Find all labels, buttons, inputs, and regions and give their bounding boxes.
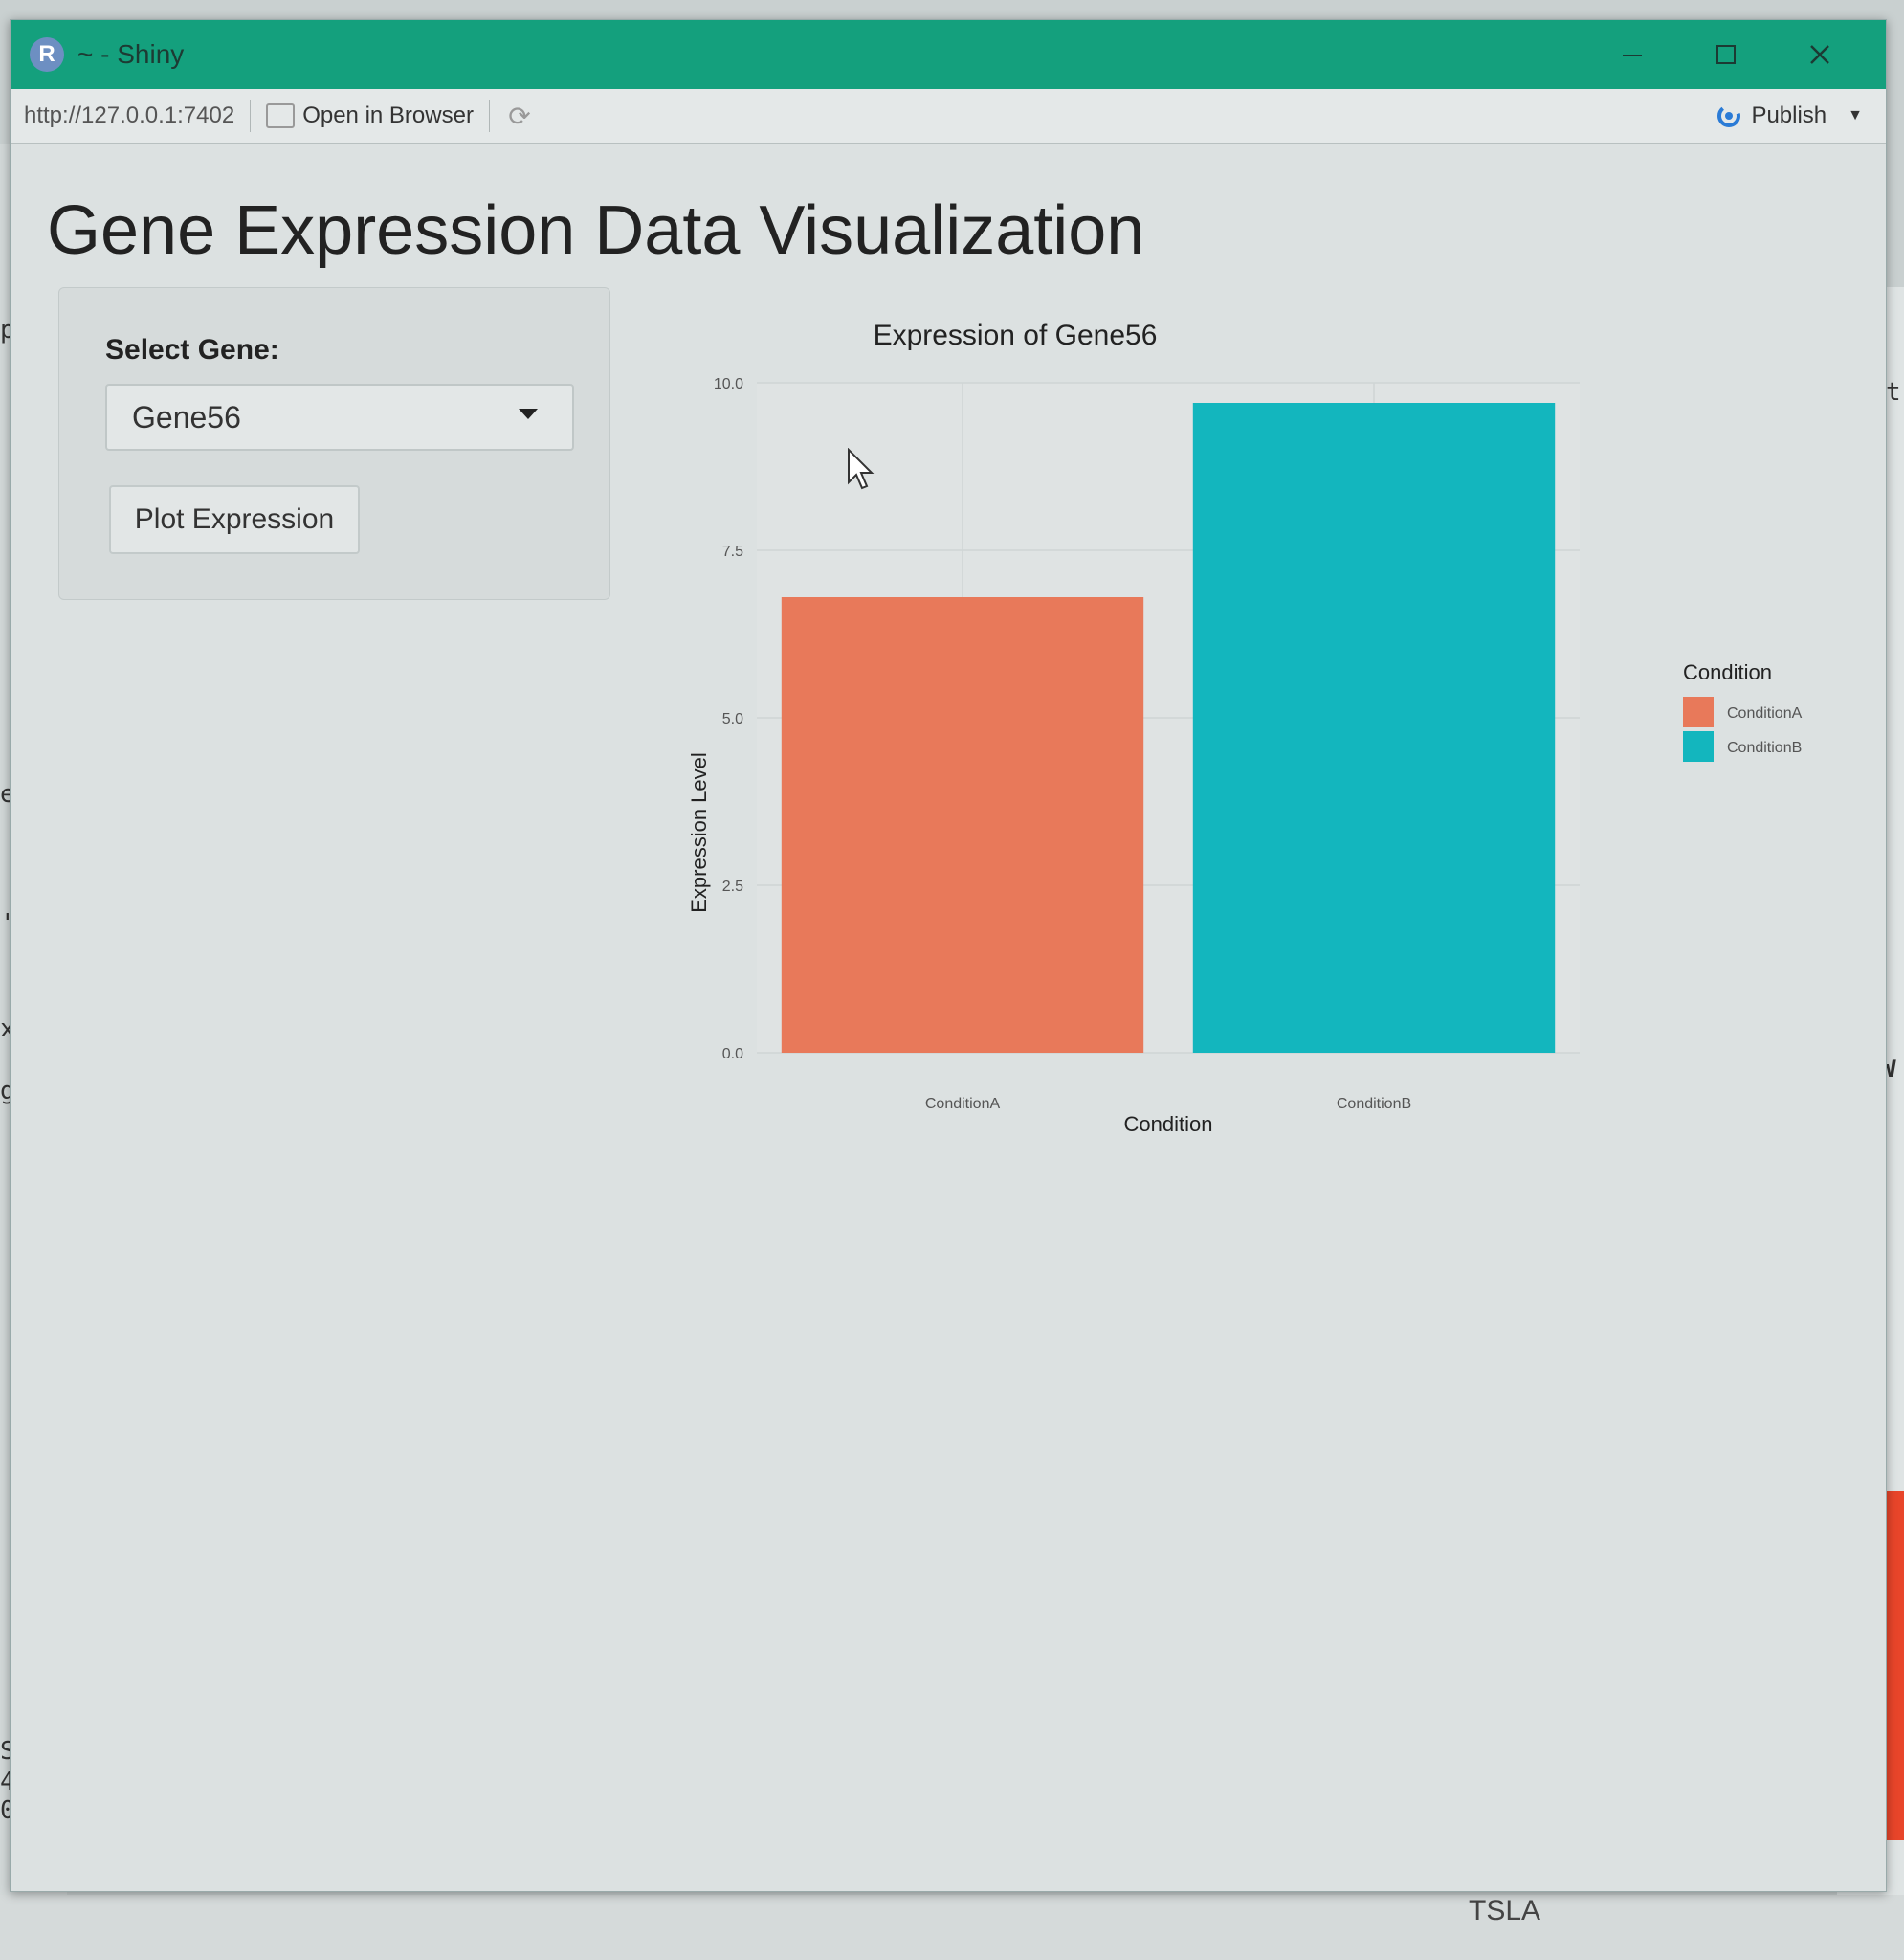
chevron-down-icon[interactable]: ▼ [1848, 107, 1863, 124]
minimize-icon [1623, 55, 1642, 56]
x-tick-label: ConditionA [925, 1096, 1001, 1112]
refresh-icon[interactable]: ⟳ [505, 101, 534, 131]
gene-select-value: Gene56 [132, 399, 241, 434]
shiny-window: R ~ - Shiny http://127.0.0.1:7402 Open i… [10, 19, 1887, 1892]
legend-title: Condition [1683, 660, 1772, 684]
background-bottom-strip: TSLA [0, 1895, 1904, 1960]
sidebar-panel: Select Gene: Gene56 Plot Expression [58, 287, 610, 600]
y-tick-label: 2.5 [722, 879, 743, 895]
y-tick-label: 10.0 [714, 376, 743, 392]
y-tick-label: 0.0 [722, 1046, 743, 1062]
plot-expression-button[interactable]: Plot Expression [109, 485, 360, 554]
legend-swatch [1683, 697, 1714, 727]
open-in-browser-label: Open in Browser [302, 102, 474, 128]
viewer-toolbar: http://127.0.0.1:7402 Open in Browser ⟳ … [11, 89, 1886, 144]
publish-label: Publish [1751, 102, 1827, 128]
url-display[interactable]: http://127.0.0.1:7402 [24, 102, 234, 129]
select-gene-label: Select Gene: [105, 334, 279, 366]
close-button[interactable] [1773, 20, 1867, 89]
minimize-button[interactable] [1585, 20, 1679, 89]
legend-swatch [1683, 731, 1714, 762]
bar [781, 597, 1144, 1053]
maximize-icon [1716, 45, 1736, 64]
toolbar-divider [488, 100, 490, 132]
bg-text-fragment: TSLA [1469, 1895, 1541, 1927]
legend-label: ConditionA [1727, 705, 1803, 722]
window-controls [1585, 20, 1867, 89]
chart-title: Expression of Gene56 [874, 320, 1158, 351]
x-tick-label: ConditionB [1337, 1096, 1411, 1112]
y-axis-label: Expression Level [687, 752, 711, 913]
close-icon [1810, 45, 1829, 64]
page-title: Gene Expression Data Visualization [47, 192, 1145, 269]
title-bar[interactable]: R ~ - Shiny [11, 20, 1886, 89]
expression-plot: 0.0 2.5 5.0 7.5 10.0 ConditionA ConditionB Expr… [661, 278, 1857, 1139]
r-logo-icon: R [30, 37, 64, 72]
maximize-button[interactable] [1679, 20, 1773, 89]
caret-down-icon [519, 409, 538, 419]
window-title: ~ - Shiny [77, 39, 185, 69]
mouse-cursor-icon [848, 448, 875, 490]
browser-icon [266, 103, 296, 128]
bar [1192, 403, 1556, 1053]
y-tick-label: 5.0 [722, 711, 743, 727]
gene-select[interactable]: Gene56 [105, 384, 574, 451]
bar-chart: 0.0 2.5 5.0 7.5 10.0 ConditionA ConditionB Expr… [687, 320, 1803, 1136]
x-axis-label: Condition [1124, 1112, 1213, 1136]
y-tick-label: 7.5 [722, 544, 743, 560]
toolbar-divider [250, 100, 252, 132]
open-in-browser-button[interactable]: Open in Browser [266, 102, 474, 129]
publish-button[interactable]: Publish ▼ [1715, 89, 1863, 143]
legend-label: ConditionB [1727, 740, 1802, 756]
publish-icon [1717, 104, 1741, 127]
